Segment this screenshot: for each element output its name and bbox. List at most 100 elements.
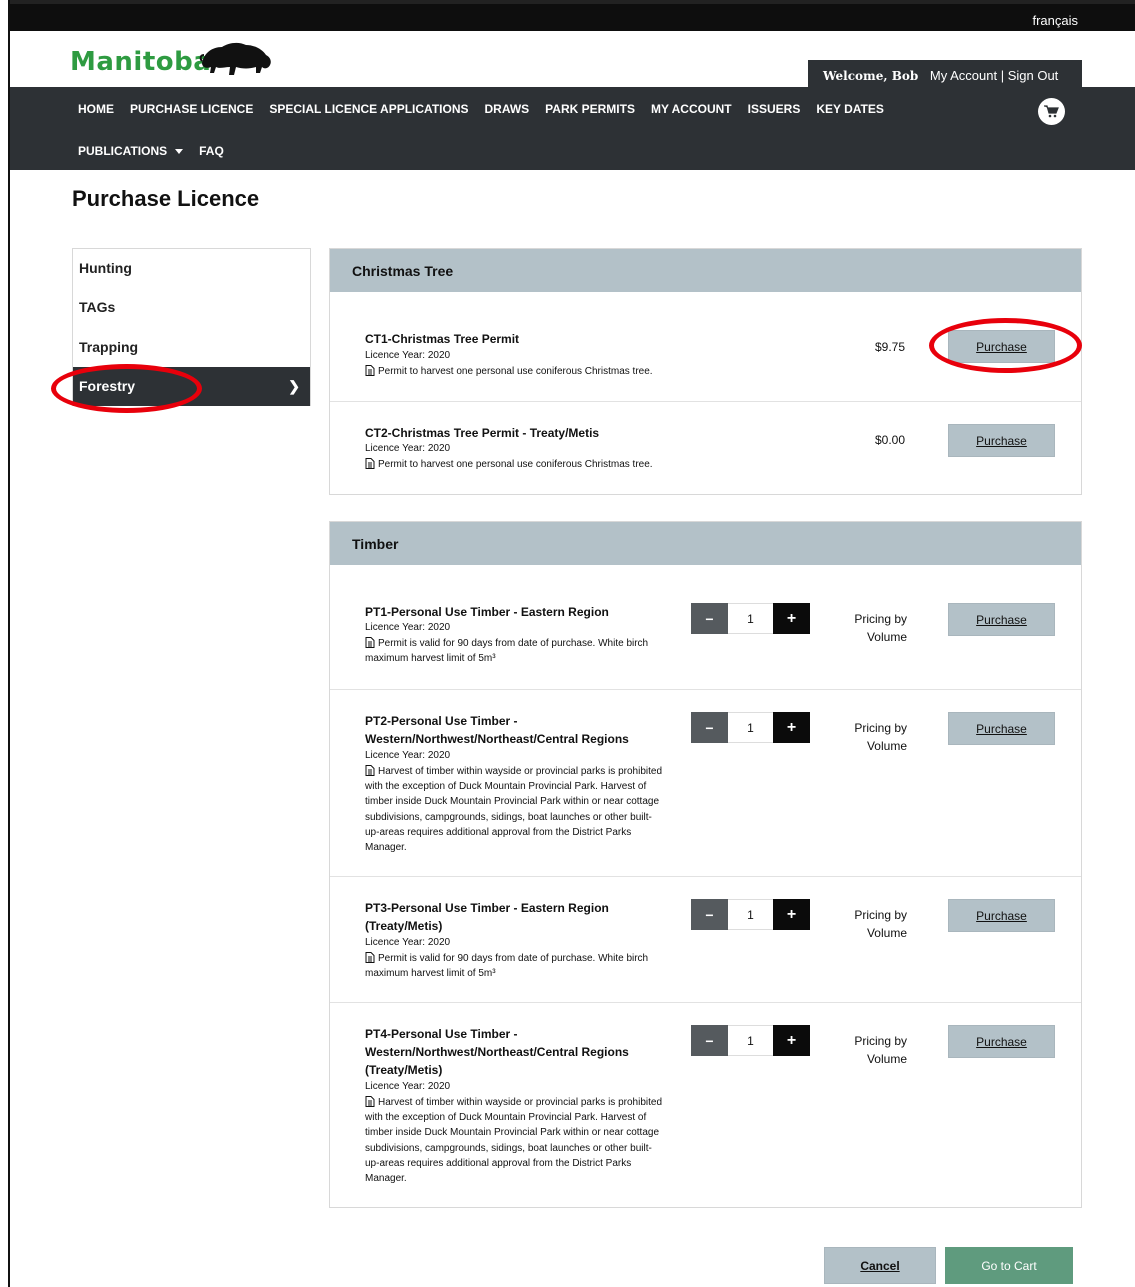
item-description: Harvest of timber within wayside or prov… bbox=[365, 1095, 662, 1186]
increment-button[interactable]: + bbox=[773, 712, 810, 743]
purchase-button[interactable]: Purchase bbox=[948, 712, 1055, 745]
item-description-line: up-areas requires additional approval fr… bbox=[365, 1157, 632, 1169]
item-title: PT4-Personal Use Timber - Western/Northw… bbox=[365, 1025, 629, 1079]
item-title-line: PT3-Personal Use Timber - Eastern Region bbox=[365, 901, 609, 915]
item-title-line: (Treaty/Metis) bbox=[365, 919, 443, 933]
pricing-note-line: Volume bbox=[866, 739, 907, 753]
quantity-input[interactable]: 1 bbox=[728, 899, 773, 930]
pricing-note-line: Volume bbox=[866, 630, 907, 644]
item-licence-year: Licence Year: 2020 bbox=[365, 750, 451, 761]
quantity-stepper: − 1 + bbox=[691, 899, 810, 930]
item-description: Permit is valid for 90 days from date of… bbox=[365, 636, 648, 666]
sidebar-item-trapping[interactable]: Trapping bbox=[73, 328, 310, 367]
purchase-button-label: Purchase bbox=[976, 612, 1027, 627]
item-licence-year: Licence Year: 2020 bbox=[365, 1081, 451, 1092]
manitoba-logo[interactable]: Manitoba bbox=[70, 47, 211, 77]
item-title: CT1-Christmas Tree Permit bbox=[365, 332, 520, 346]
my-account-link[interactable]: My Account bbox=[930, 68, 997, 83]
sidebar-item-forestry[interactable]: Forestry ❯ bbox=[73, 367, 310, 406]
section-timber: Timber PT1-Personal Use Timber - Eastern… bbox=[329, 521, 1082, 1208]
item-licence-year: Licence Year: 2020 bbox=[365, 350, 451, 361]
nav-row-secondary: PUBLICATIONS FAQ bbox=[78, 144, 240, 158]
increment-button[interactable]: + bbox=[773, 1025, 810, 1056]
purchase-button-label: Purchase bbox=[976, 1034, 1027, 1049]
nav-faq[interactable]: FAQ bbox=[199, 144, 224, 158]
nav-key-dates[interactable]: KEY DATES bbox=[816, 102, 884, 116]
item-title: PT1-Personal Use Timber - Eastern Region bbox=[365, 605, 609, 619]
purchase-button-label: Purchase bbox=[976, 908, 1027, 923]
sidebar-item-tags[interactable]: TAGs bbox=[73, 288, 310, 327]
list-item-pt4: PT4-Personal Use Timber - Western/Northw… bbox=[330, 1002, 1081, 1207]
quantity-input[interactable]: 1 bbox=[728, 1025, 773, 1056]
item-description-line: Permit is valid for 90 days from date of… bbox=[378, 953, 649, 964]
sidebar-item-label: Hunting bbox=[79, 260, 132, 276]
decrement-button[interactable]: − bbox=[691, 712, 728, 743]
nav-purchase-licence[interactable]: PURCHASE LICENCE bbox=[130, 102, 253, 116]
nav-draws[interactable]: DRAWS bbox=[485, 102, 530, 116]
purchase-button[interactable]: Purchase bbox=[948, 1025, 1055, 1058]
go-to-cart-button[interactable]: Go to Cart bbox=[945, 1247, 1073, 1284]
section-title: Christmas Tree bbox=[330, 249, 1081, 292]
sidebar-item-label: Trapping bbox=[79, 339, 139, 355]
item-licence-year: Licence Year: 2020 bbox=[365, 443, 451, 454]
item-title-line: PT2-Personal Use Timber - bbox=[365, 714, 518, 728]
decrement-button[interactable]: − bbox=[691, 1025, 728, 1056]
account-bar: Welcome, Bob My Account | Sign Out bbox=[808, 60, 1082, 87]
language-bar: français bbox=[10, 4, 1135, 31]
item-title: PT3-Personal Use Timber - Eastern Region… bbox=[365, 899, 609, 935]
chevron-right-icon: ❯ bbox=[288, 378, 300, 394]
decrement-button[interactable]: − bbox=[691, 899, 728, 930]
document-icon bbox=[365, 952, 375, 963]
nav-issuers[interactable]: ISSUERS bbox=[748, 102, 801, 116]
item-description-line: Manager. bbox=[365, 1173, 407, 1185]
pricing-note: Pricing by Volume bbox=[850, 610, 907, 646]
document-icon bbox=[365, 365, 375, 376]
increment-button[interactable]: + bbox=[773, 899, 810, 930]
nav-park-permits[interactable]: PARK PERMITS bbox=[545, 102, 635, 116]
purchase-button[interactable]: Purchase bbox=[948, 424, 1055, 457]
item-licence-year: Licence Year: 2020 bbox=[365, 622, 451, 633]
item-description-line: with the exception of Duck Mountain Prov… bbox=[365, 781, 647, 793]
list-item-pt2: PT2-Personal Use Timber - Western/Northw… bbox=[330, 689, 1081, 876]
site-header: Manitoba Welcome, Bob My Account | Sign … bbox=[10, 31, 1135, 87]
item-description: Permit to harvest one personal use conif… bbox=[365, 364, 653, 379]
increment-button[interactable]: + bbox=[773, 603, 810, 634]
sidebar-item-hunting[interactable]: Hunting bbox=[73, 249, 310, 288]
item-price: $0.00 bbox=[875, 433, 906, 447]
item-description-line: Permit is valid for 90 days from date of… bbox=[378, 638, 649, 649]
language-link[interactable]: français bbox=[1032, 13, 1078, 28]
bison-icon bbox=[199, 42, 271, 75]
nav-home[interactable]: HOME bbox=[78, 102, 114, 116]
purchase-button[interactable]: Purchase bbox=[948, 603, 1055, 636]
nav-special-licence-applications[interactable]: SPECIAL LICENCE APPLICATIONS bbox=[269, 102, 468, 116]
document-icon bbox=[365, 765, 375, 776]
quantity-stepper: − 1 + bbox=[691, 603, 810, 634]
quantity-stepper: − 1 + bbox=[691, 712, 810, 743]
pricing-note-line: Volume bbox=[866, 926, 907, 940]
list-item-pt1: PT1-Personal Use Timber - Eastern Region… bbox=[330, 565, 1081, 689]
sidebar-item-label: TAGs bbox=[79, 299, 116, 315]
list-item-ct1: CT1-Christmas Tree Permit Licence Year: … bbox=[330, 292, 1081, 401]
document-icon bbox=[365, 1096, 375, 1107]
nav-my-account[interactable]: MY ACCOUNT bbox=[651, 102, 732, 116]
item-description-line: timber inside Duck Mountain Provincial P… bbox=[365, 1127, 660, 1139]
pricing-note-line: Pricing by bbox=[854, 612, 907, 626]
quantity-input[interactable]: 1 bbox=[728, 712, 773, 743]
item-price: $9.75 bbox=[875, 340, 906, 354]
purchase-button[interactable]: Purchase bbox=[948, 330, 1055, 363]
document-icon bbox=[365, 637, 375, 648]
item-title-line: Western/Northwest/Northeast/Central Regi… bbox=[365, 732, 629, 746]
decrement-button[interactable]: − bbox=[691, 603, 728, 634]
item-description-line: maximum harvest limit of 5m³ bbox=[365, 653, 496, 665]
nav-publications-label: PUBLICATIONS bbox=[78, 144, 168, 158]
item-description-text: Permit to harvest one personal use conif… bbox=[378, 459, 653, 470]
pricing-note-line: Volume bbox=[866, 1052, 907, 1066]
sign-out-link[interactable]: Sign Out bbox=[1008, 68, 1059, 83]
nav-publications[interactable]: PUBLICATIONS bbox=[78, 144, 184, 158]
quantity-input[interactable]: 1 bbox=[728, 603, 773, 634]
purchase-button[interactable]: Purchase bbox=[948, 899, 1055, 932]
cart-button[interactable] bbox=[1038, 98, 1065, 125]
cancel-button[interactable]: Cancel bbox=[824, 1247, 936, 1284]
sidebar-item-label: Forestry bbox=[79, 378, 136, 394]
welcome-text: Welcome, Bob bbox=[823, 69, 919, 83]
